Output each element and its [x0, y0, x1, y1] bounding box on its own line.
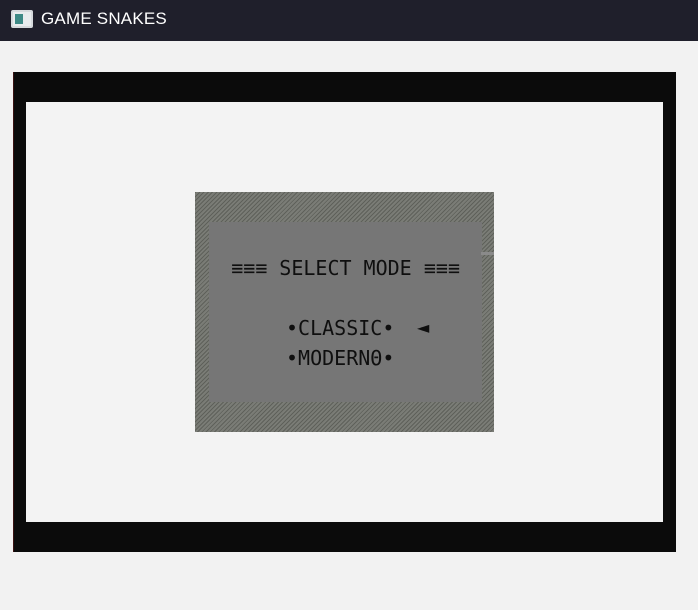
- menu-edge-highlight: [481, 252, 494, 255]
- select-mode-heading: ≡≡≡ SELECT MODE ≡≡≡: [231, 256, 460, 280]
- window-titlebar: GAME SNAKES: [0, 0, 698, 41]
- mode-menu-inner: [209, 222, 482, 402]
- selection-cursor-icon: ◄: [417, 318, 430, 337]
- mode-option-modern[interactable]: •MODERNΘ•: [286, 346, 394, 370]
- window-title: GAME SNAKES: [41, 9, 167, 28]
- mode-option-classic[interactable]: •CLASSIC•: [286, 316, 394, 340]
- app-window-icon: [11, 10, 33, 28]
